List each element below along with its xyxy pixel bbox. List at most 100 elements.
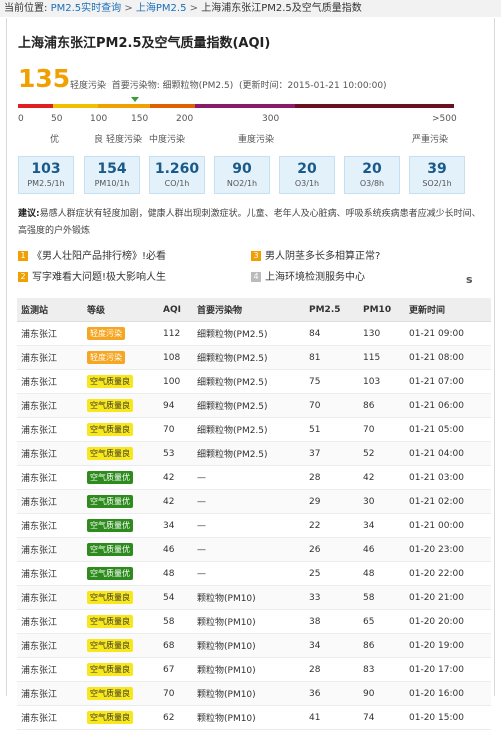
scale-tick: >500	[432, 114, 457, 124]
time-cell: 01-21 09:00	[405, 321, 491, 346]
pollutant-card-so2-1h: 39 SO2/1h	[409, 156, 465, 194]
time-cell: 01-21 06:00	[405, 393, 491, 418]
station-cell: 浦东张江	[17, 513, 83, 538]
breadcrumb-separator: >	[124, 3, 133, 14]
level-cell: 轻度污染	[83, 321, 159, 346]
scale-segment-moderate	[150, 104, 195, 108]
pollutant-cell: —	[193, 489, 305, 514]
level-cell: 空气质量良	[83, 633, 159, 658]
scale-segment-heavy	[195, 104, 295, 108]
promo-link-4[interactable]: 4 上海环境检测服务中心	[251, 268, 365, 283]
column-header-aqi: AQI	[159, 298, 193, 322]
pollutant-label: CO/1h	[164, 179, 190, 188]
pm10-cell: 83	[359, 657, 405, 682]
aqi-cell: 70	[159, 681, 193, 706]
level-badge: 空气质量良	[87, 399, 133, 412]
pollutant-cell: 细颗粒物(PM2.5)	[193, 369, 305, 394]
pollutant-cell: 颗粒物(PM10)	[193, 657, 305, 682]
pollutant-cell: —	[193, 513, 305, 538]
pollutant-cell: 颗粒物(PM10)	[193, 681, 305, 706]
pollutant-label: SO2/1h	[422, 179, 452, 188]
pollutant-cell: 颗粒物(PM10)	[193, 633, 305, 658]
pm25-cell: 38	[305, 609, 359, 634]
pm25-cell: 84	[305, 321, 359, 346]
pollutant-label: O3/1h	[294, 179, 320, 188]
scale-tick: 0	[18, 114, 24, 124]
health-advice: 建议:易感人群症状有轻度加剧，健康人群出现刺激症状。儿童、老年人及心脏病、呼吸系…	[18, 206, 488, 240]
scale-segment-severe	[295, 104, 454, 108]
column-header-pollutant: 首要污染物	[193, 298, 305, 322]
table-row: 浦东张江 轻度污染 108 细颗粒物(PM2.5) 81 115 01-21 08:00	[17, 345, 491, 370]
station-cell: 浦东张江	[17, 465, 83, 490]
station-cell: 浦东张江	[17, 345, 83, 370]
level-badge: 空气质量优	[87, 567, 133, 580]
column-header-pm10: PM10	[359, 298, 405, 322]
level-badge: 空气质量良	[87, 375, 133, 388]
breadcrumb-prefix: 当前位置:	[4, 3, 48, 14]
station-cell: 浦东张江	[17, 321, 83, 346]
scale-level-label: 中度污染	[149, 135, 186, 145]
aqi-cell: 67	[159, 657, 193, 682]
aqi-cell: 42	[159, 489, 193, 514]
promo-link-2[interactable]: 2 写字难看大问题!极大影响人生	[18, 268, 166, 283]
table-row: 浦东张江 空气质量优 48—25 48 01-20 22:00	[17, 561, 491, 586]
aqi-cell: 68	[159, 633, 193, 658]
level-badge: 空气质量良	[87, 687, 133, 700]
pollutant-value: 154	[97, 161, 127, 177]
pm10-cell: 90	[359, 681, 405, 706]
aqi-cell: 34	[159, 513, 193, 538]
table-row: 浦东张江 空气质量优 42—29 30 01-21 02:00	[17, 489, 491, 514]
pollutant-cell: 颗粒物(PM10)	[193, 585, 305, 610]
pollutant-value: 1.260	[154, 161, 200, 177]
table-row: 浦东张江 轻度污染 112 细颗粒物(PM2.5) 84 130 01-21 09:00	[17, 321, 491, 346]
level-badge: 空气质量良	[87, 663, 133, 676]
aqi-cell: 94	[159, 393, 193, 418]
aqi-cell: 54	[159, 585, 193, 610]
pollutant-value: 103	[31, 161, 61, 177]
pm10-cell: 86	[359, 633, 405, 658]
promo-link-3[interactable]: 3 男人阴茎多长多相算正常?	[251, 247, 380, 262]
level-badge: 空气质量良	[87, 639, 133, 652]
pm25-cell: 41	[305, 705, 359, 730]
scale-level-label: 良	[94, 135, 104, 145]
promo-link-text: 《男人壮阳产品排行榜》!必看	[32, 251, 167, 262]
level-badge: 空气质量优	[87, 495, 133, 508]
aqi-cell: 108	[159, 345, 193, 370]
table-row: 浦东张江 空气质量良 94 细颗粒物(PM2.5) 70 86 01-21 06:00	[17, 393, 491, 418]
aqi-cell: 100	[159, 369, 193, 394]
scale-tick: 300	[262, 114, 280, 124]
current-aqi-value: 135	[18, 64, 71, 93]
links-mark-icon: s	[466, 273, 473, 286]
level-cell: 空气质量良	[83, 609, 159, 634]
promo-link-1[interactable]: 1 《男人壮阳产品排行榜》!必看	[18, 247, 166, 262]
link-number-badge: 3	[251, 251, 261, 261]
pm25-cell: 51	[305, 417, 359, 442]
breadcrumb-link-pm25-query[interactable]: PM2.5实时查询	[51, 3, 122, 14]
station-cell: 浦东张江	[17, 609, 83, 634]
history-table: 监测站 等级 AQI 首要污染物 PM2.5 PM10 更新时间 浦东张江 轻度污…	[17, 298, 491, 730]
pollutant-value: 90	[232, 161, 252, 177]
pollutant-cell: 颗粒物(PM10)	[193, 705, 305, 730]
pm10-cell: 34	[359, 513, 405, 538]
pollutant-cell: 颗粒物(PM10)	[193, 609, 305, 634]
station-cell: 浦东张江	[17, 537, 83, 562]
time-cell: 01-20 15:00	[405, 705, 491, 730]
page-title: 上海浦东张江PM2.5及空气质量指数(AQI)	[18, 36, 271, 51]
scale-segment-good	[53, 104, 98, 108]
level-badge: 空气质量优	[87, 519, 133, 532]
level-cell: 空气质量良	[83, 681, 159, 706]
advice-text: 易感人群症状有轻度加剧，健康人群出现刺激症状。儿童、老年人及心脏病、呼吸系统疾病…	[18, 209, 481, 236]
time-cell: 01-20 20:00	[405, 609, 491, 634]
time-cell: 01-20 21:00	[405, 585, 491, 610]
pm25-cell: 34	[305, 633, 359, 658]
table-row: 浦东张江 空气质量良 62 颗粒物(PM10) 41 74 01-20 15:00	[17, 705, 491, 730]
pm25-cell: 36	[305, 681, 359, 706]
pollutant-value: 20	[362, 161, 382, 177]
level-badge: 轻度污染	[87, 351, 125, 364]
breadcrumb-link-shanghai[interactable]: 上海PM2.5	[136, 3, 187, 14]
level-badge: 空气质量优	[87, 543, 133, 556]
level-cell: 空气质量优	[83, 489, 159, 514]
level-badge: 空气质量优	[87, 471, 133, 484]
pollutant-card-pm10-1h: 154 PM10/1h	[84, 156, 140, 194]
scale-tick: 100	[90, 114, 108, 124]
